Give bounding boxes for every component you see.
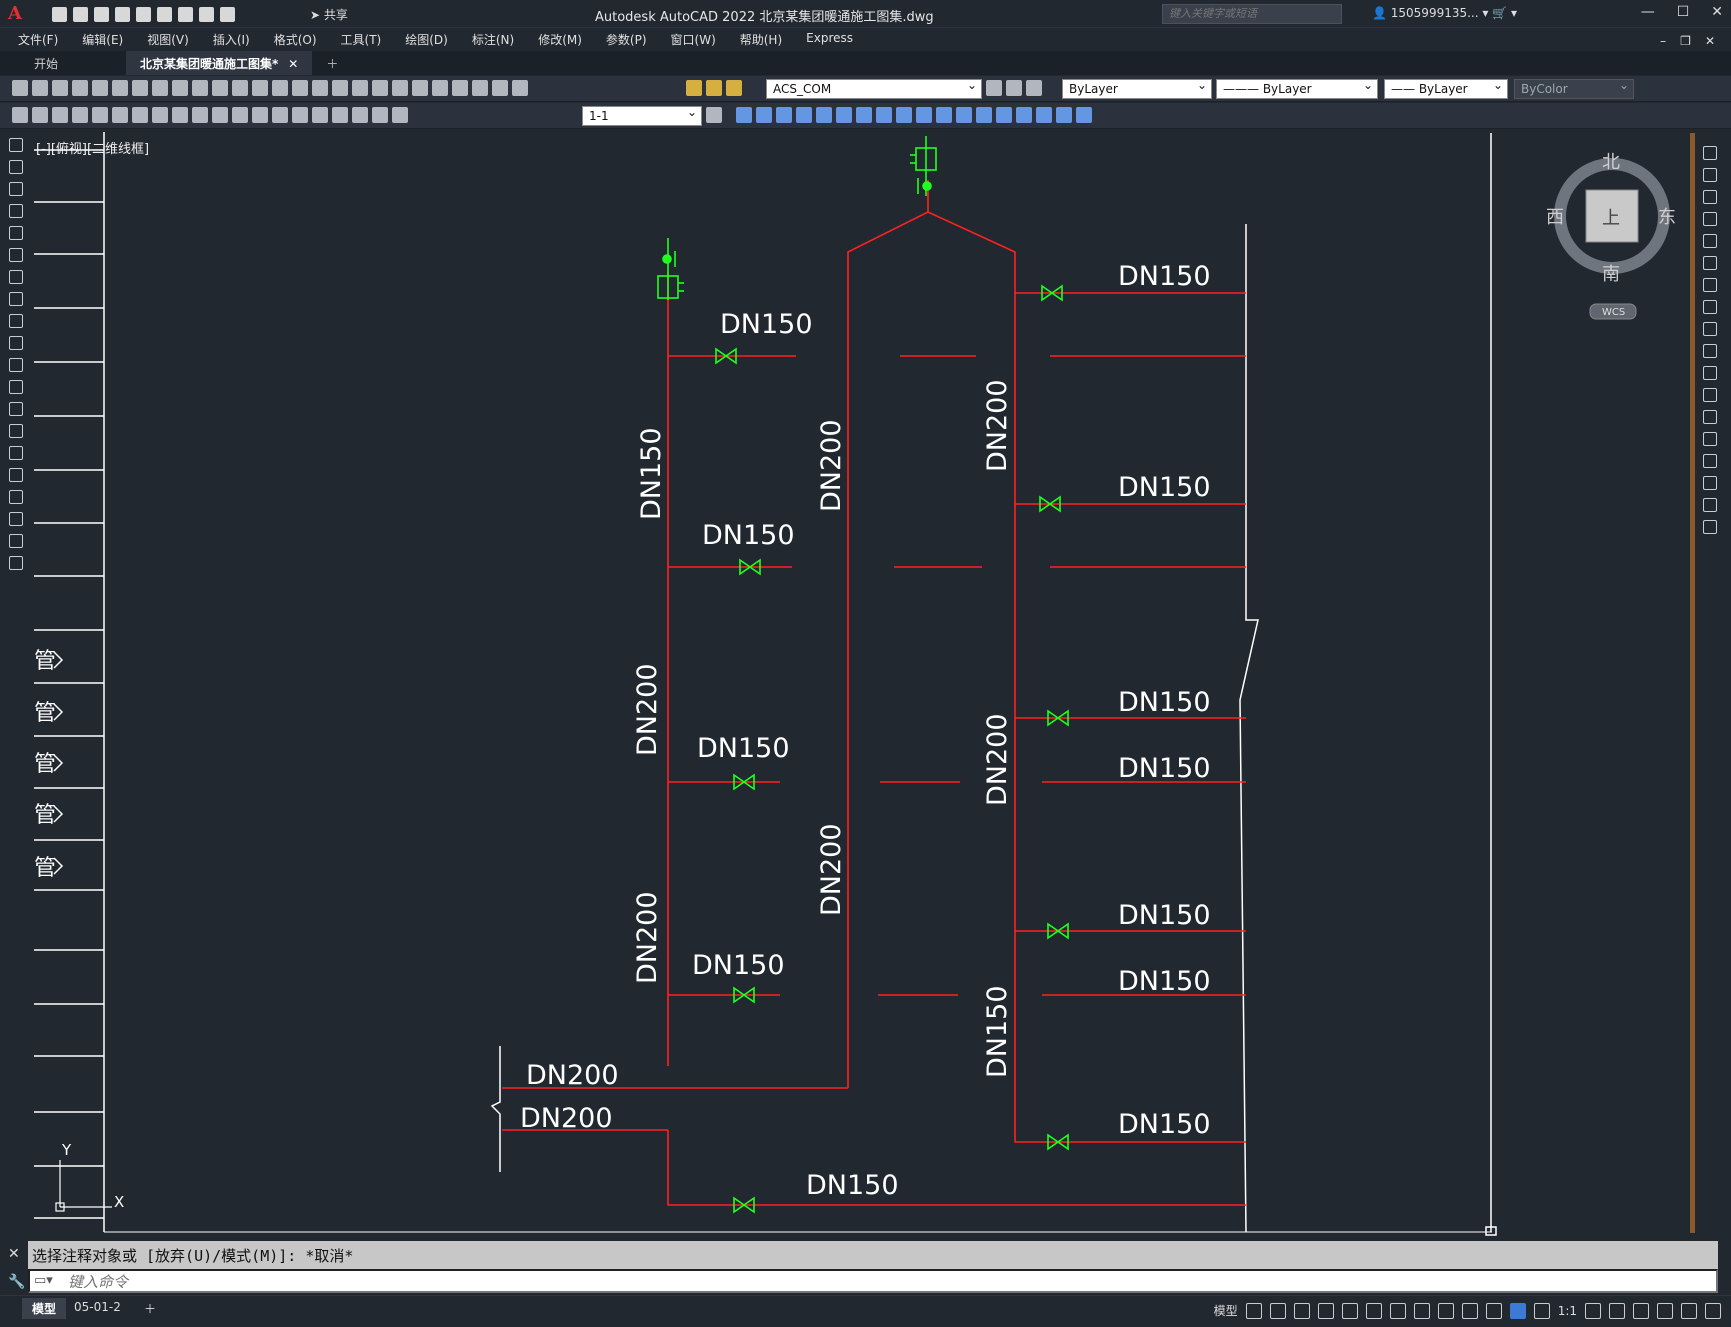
snap-icon[interactable]: [1269, 1302, 1286, 1319]
viewcube-west[interactable]: 西: [1546, 207, 1564, 228]
fullscreen-icon[interactable]: [1681, 1302, 1697, 1319]
left-label-4: 管: [34, 803, 56, 828]
autocad-window: A ➤ 共享 Autodesk AutoCAD 2022 北京某集团暖通施工图集…: [0, 0, 1731, 1327]
auto-scale-icon[interactable]: [1509, 1302, 1526, 1319]
pipe-label: DN150: [806, 1170, 899, 1201]
pipe-label: DN150: [982, 985, 1013, 1078]
annotation-visibility-icon[interactable]: [1485, 1302, 1502, 1319]
pipe-label: DN150: [1118, 261, 1211, 292]
tab-model[interactable]: 模型: [22, 1298, 67, 1319]
pipe-label: DN200: [816, 823, 847, 916]
pipe-label: DN150: [1118, 687, 1211, 718]
viewcube[interactable]: [1554, 158, 1670, 320]
fitting-left: [657, 238, 684, 300]
pipe-label: DN150: [692, 950, 785, 981]
pipe-label: DN150: [720, 309, 813, 340]
pipe-labels-vertical: DN150 DN200 DN200 DN200 DN200 DN200 DN20…: [632, 379, 1013, 1078]
grid-icon[interactable]: [1245, 1302, 1262, 1319]
pipe-label: DN150: [636, 427, 667, 520]
wcs-label: WCS: [1602, 307, 1625, 318]
status-bar: 模型 05-01-2 ＋ 模型 1:1: [0, 1295, 1731, 1327]
gear-icon[interactable]: [1585, 1302, 1601, 1319]
ucs-y-label: Y: [61, 1141, 72, 1159]
command-history: 选择注释对象或 [放弃(U)/模式(M)]: *取消*: [28, 1241, 1718, 1269]
isodraft-icon[interactable]: [1341, 1302, 1358, 1319]
recent-commands-icon[interactable]: ▭▾: [34, 1273, 53, 1288]
add-layout-icon[interactable]: ＋: [134, 1298, 166, 1319]
left-label-5: 管: [34, 856, 56, 881]
pipe-label: DN150: [697, 733, 790, 764]
pipe-label: DN150: [1118, 966, 1211, 997]
lineweight-icon[interactable]: [1413, 1302, 1430, 1319]
selection-cycling-icon[interactable]: [1461, 1302, 1478, 1319]
pipe-label: DN200: [632, 891, 663, 984]
model-space-label[interactable]: 模型: [1214, 1302, 1238, 1319]
tab-layout[interactable]: 05-01-2: [64, 1298, 131, 1316]
left-label-2: 管: [34, 701, 56, 726]
break-lines: [490, 1046, 501, 1172]
pipe-label: DN150: [1118, 900, 1211, 931]
fitting-top: [910, 136, 937, 196]
customize-icon[interactable]: 🔧: [8, 1274, 25, 1290]
polar-icon[interactable]: [1317, 1302, 1334, 1319]
plus-icon[interactable]: [1609, 1302, 1625, 1319]
left-label-3: 管: [34, 752, 56, 777]
pipe-label: DN200: [982, 713, 1013, 806]
left-labels: 管 管 管 管 管: [34, 649, 56, 881]
pipe-label: DN200: [526, 1060, 619, 1091]
viewcube-east[interactable]: 东: [1658, 207, 1676, 228]
ucs-x-label: X: [114, 1193, 124, 1211]
status-tools: 模型 1:1: [1214, 1302, 1721, 1319]
pipe-label: DN150: [1118, 1109, 1211, 1140]
pipe-label: DN200: [520, 1103, 613, 1134]
drawing-svg: 管 管 管 管 管 DN150 DN150 DN150 DN150 DN150 …: [34, 132, 1676, 1236]
viewcube-south[interactable]: 南: [1602, 264, 1620, 285]
units-icon[interactable]: [1633, 1302, 1649, 1319]
osnap-icon[interactable]: [1389, 1302, 1406, 1319]
quick-properties-icon[interactable]: [1657, 1302, 1673, 1319]
transparency-icon[interactable]: [1437, 1302, 1454, 1319]
viewcube-top-label: 上: [1602, 208, 1620, 229]
pipe-labels: DN150 DN150 DN150 DN150 DN150 DN200 DN15…: [520, 261, 1211, 1201]
left-label-1: 管: [34, 649, 56, 674]
pipe-label: DN200: [632, 663, 663, 756]
object-snap-tracking-icon[interactable]: [1365, 1302, 1382, 1319]
customize-menu-icon[interactable]: [1705, 1302, 1721, 1319]
pipe-label: DN150: [702, 520, 795, 551]
ortho-icon[interactable]: [1293, 1302, 1310, 1319]
pipe-label: DN150: [1118, 472, 1211, 503]
left-table: [34, 132, 1497, 1236]
pipe-label: DN150: [1118, 753, 1211, 784]
command-input[interactable]: [28, 1269, 1718, 1293]
pipe-label: DN200: [982, 379, 1013, 472]
annotation-scale-value[interactable]: 1:1: [1558, 1304, 1577, 1318]
annotation-scale-icon[interactable]: [1533, 1302, 1550, 1319]
viewcube-north[interactable]: 北: [1602, 152, 1620, 173]
pipe-label: DN200: [816, 419, 847, 512]
command-close-icon[interactable]: ✕: [8, 1246, 20, 1262]
